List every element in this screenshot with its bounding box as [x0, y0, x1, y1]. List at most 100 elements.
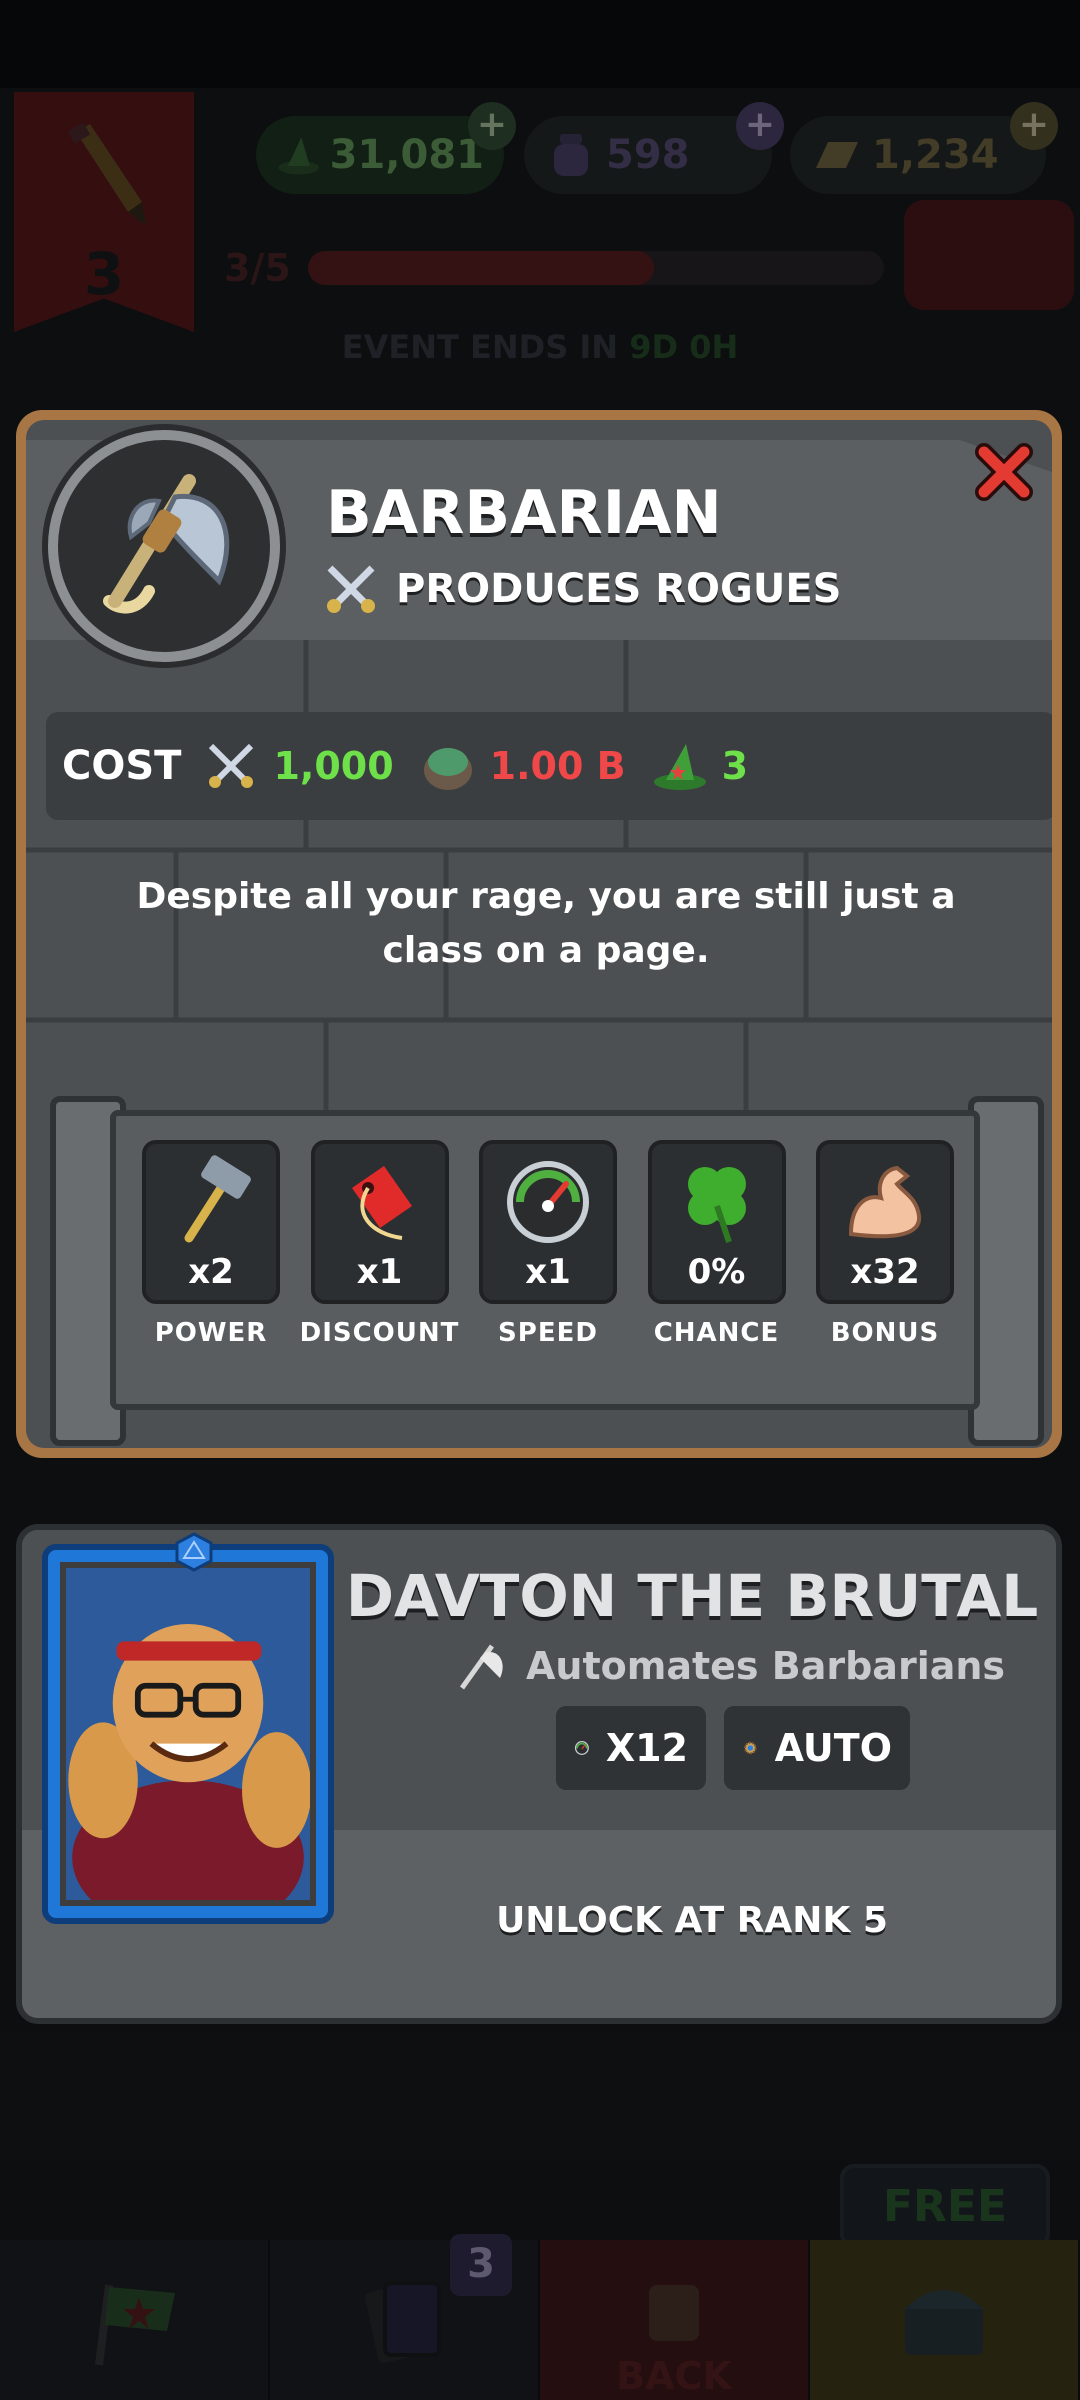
- speedometer-icon: [574, 1741, 589, 1755]
- game-screen: 3 31,081 + 598 + 1,234 + 3/5 EVENT ENDS …: [0, 0, 1080, 2400]
- stat-chance[interactable]: 0% CHANCE: [642, 1140, 792, 1348]
- nav-back-button[interactable]: BACK: [540, 2240, 810, 2400]
- rank-number: 3: [83, 240, 125, 308]
- hammer-icon: [184, 1155, 251, 1243]
- stat-discount[interactable]: x1 DISCOUNT: [300, 1140, 458, 1348]
- manager-speed-value: X12: [605, 1726, 688, 1770]
- green-currency-pill[interactable]: 31,081 +: [256, 102, 516, 194]
- flexed-arm-icon: [848, 1165, 922, 1239]
- stat-box: x1: [310, 1140, 449, 1304]
- manager-name: DAVTON THE BRUTAL: [345, 1562, 1039, 1630]
- clover-icon: [687, 1167, 746, 1243]
- cost-row: COST 1,000 1.00 B 3: [46, 712, 1052, 820]
- bottom-nav: 3 BACK: [0, 2234, 1080, 2400]
- manager-unlock-text: UNLOCK AT RANK 5: [496, 1900, 888, 1941]
- manager-automates-text: Automates Barbarians: [526, 1644, 1006, 1688]
- crossed-swords-icon: [327, 565, 375, 613]
- add-gold-currency-button[interactable]: +: [1010, 102, 1058, 150]
- free-label: FREE: [882, 2180, 1008, 2232]
- gold-currency-amount: 1,234: [872, 132, 999, 178]
- cost-wizards: 3: [652, 738, 748, 794]
- purple-currency-amount: 598: [606, 132, 690, 178]
- potion-jar-icon: [554, 134, 588, 176]
- auto-gear-icon: [744, 1741, 757, 1755]
- cost-ore-value: 1.00 B: [489, 744, 626, 788]
- barbarian-manager-illustration: [66, 1568, 310, 1900]
- event-timer-value: 9D 0H: [629, 328, 739, 366]
- cost-ore: 1.00 B: [420, 738, 626, 794]
- ore-rock-icon: [423, 748, 472, 790]
- rank-up-badge[interactable]: [904, 200, 1074, 310]
- stat-power[interactable]: x2 POWER: [136, 1140, 286, 1348]
- nav-cards-button[interactable]: 3: [270, 2234, 540, 2400]
- rank-progress-label: 3/5: [224, 246, 291, 290]
- nav-flag-button[interactable]: [0, 2240, 270, 2400]
- stat-value: 0%: [687, 1252, 746, 1292]
- stat-label: CHANCE: [653, 1318, 780, 1348]
- wizard-hat-icon: [653, 744, 706, 790]
- pencil-icon: [67, 122, 146, 226]
- purple-currency-pill[interactable]: 598 +: [524, 102, 784, 194]
- battle-axe-icon: [459, 1644, 503, 1690]
- add-purple-currency-button[interactable]: +: [736, 102, 784, 150]
- produces-line: PRODUCES ROGUES: [320, 558, 841, 620]
- rank-progress: 3/5: [224, 244, 884, 292]
- flag-icon: [95, 2284, 175, 2366]
- back-label: BACK: [616, 2354, 732, 2398]
- stat-value: x2: [188, 1252, 234, 1292]
- flavor-text: Despite all your rage, you are still jus…: [136, 876, 956, 971]
- cost-rogues-value: 1,000: [273, 744, 394, 788]
- cost-label: COST: [62, 743, 182, 789]
- cards-count-badge: 3: [450, 2234, 512, 2296]
- gold-bar-icon: [816, 142, 858, 168]
- event-timer-label: EVENT ENDS IN: [341, 328, 619, 366]
- nav-chest-button[interactable]: [810, 2240, 1080, 2400]
- stat-bonus[interactable]: x32 BONUS: [810, 1140, 960, 1348]
- d20-gem-icon: [175, 1532, 213, 1572]
- cost-wizards-value: 3: [721, 744, 749, 788]
- manager-portrait-frame[interactable]: [42, 1532, 334, 1924]
- add-green-currency-button[interactable]: +: [468, 102, 516, 150]
- stat-label: DISCOUNT: [299, 1318, 460, 1348]
- stat-box: 0%: [647, 1140, 786, 1304]
- manager-automates: Automates Barbarians: [452, 1638, 1005, 1694]
- cost-rogues: 1,000: [203, 738, 394, 794]
- green-currency-amount: 31,081: [329, 132, 484, 178]
- rank-progress-fill: [308, 251, 654, 285]
- battle-axe-icon: [103, 474, 230, 614]
- rank-progress-track: [308, 251, 884, 285]
- cards-icon: [365, 2281, 441, 2363]
- class-title: BARBARIAN: [326, 478, 722, 548]
- stat-box: x2: [142, 1140, 280, 1304]
- free-chest-badge[interactable]: FREE: [840, 2164, 1050, 2248]
- event-timer: EVENT ENDS IN 9D 0H: [0, 328, 1080, 366]
- stat-box: x32: [816, 1140, 954, 1304]
- status-bar-area: [0, 0, 1080, 88]
- produces-text: PRODUCES ROGUES: [396, 566, 842, 612]
- close-icon[interactable]: [972, 440, 1036, 504]
- gold-currency-pill[interactable]: 1,234 +: [790, 102, 1058, 194]
- stat-label: POWER: [154, 1318, 268, 1348]
- stats-panel: x2 POWER x1 DISCOUNT x1 SPEED 0% CHANCE …: [40, 1096, 1044, 1446]
- stat-list: x2 POWER x1 DISCOUNT x1 SPEED 0% CHANCE …: [136, 1140, 960, 1348]
- manager-portrait: [60, 1562, 316, 1906]
- class-info-modal: BARBARIAN PRODUCES ROGUES COST 1,000 1.0…: [16, 410, 1062, 1458]
- wizard-hat-icon: [278, 137, 320, 175]
- manager-speed-chip: X12: [556, 1706, 706, 1790]
- modal-stone-panel: BARBARIAN PRODUCES ROGUES COST 1,000 1.0…: [26, 420, 1052, 1448]
- crossed-swords-icon: [209, 743, 254, 788]
- manager-auto-chip: AUTO: [724, 1706, 910, 1790]
- stat-speed[interactable]: x1 SPEED: [473, 1140, 623, 1348]
- class-portrait: [48, 430, 280, 662]
- manager-auto-label: AUTO: [774, 1726, 892, 1770]
- treasure-chest-icon: [905, 2290, 983, 2355]
- price-tag-icon: [351, 1166, 412, 1240]
- stat-value: x1: [356, 1252, 403, 1292]
- rank-banner[interactable]: 3: [14, 92, 194, 332]
- stat-label: BONUS: [830, 1318, 940, 1348]
- stat-value: x1: [525, 1252, 571, 1292]
- stat-label: SPEED: [498, 1318, 598, 1348]
- manager-card: DAVTON THE BRUTAL Automates Barbarians X…: [16, 1524, 1062, 2024]
- stat-box: x1: [479, 1140, 617, 1304]
- stat-value: x32: [850, 1252, 920, 1292]
